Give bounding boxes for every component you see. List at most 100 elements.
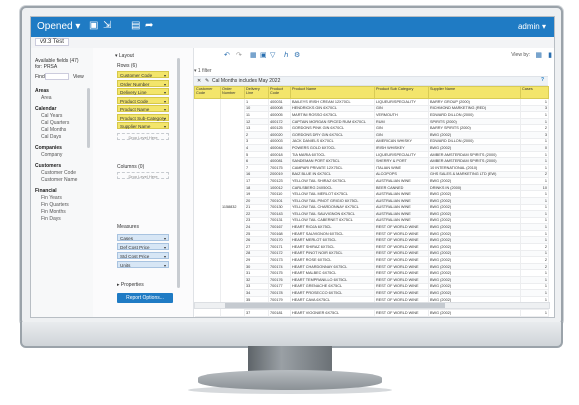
column-header[interactable]: Order Number xyxy=(220,86,245,99)
table-row[interactable]: 33 700177 HEART GRENACHE 6X75CL REST OF WOR… xyxy=(195,283,549,291)
table-row[interactable]: 1158832 1 400031 BAILEYS IRISH CREAM 12X70C… xyxy=(194,98,549,317)
filter-icon[interactable]: ▽ xyxy=(270,51,275,59)
table-row[interactable]: 13 400125 GORDONS PINK GIN 6X70CL GIN BARRY … xyxy=(195,124,549,132)
grid-view-icon[interactable]: ▦ xyxy=(535,51,542,59)
tab-report[interactable]: v9.3 Test xyxy=(35,38,69,46)
table-row[interactable]: 20 700101 YELLOW TAIL PINOT GRIGIO 6X75CL A… xyxy=(195,197,549,205)
find-input[interactable] xyxy=(45,73,69,80)
chevron-down-icon[interactable]: ▾ xyxy=(164,253,166,260)
field-item[interactable]: Fin Months xyxy=(41,209,93,215)
table-row[interactable]: 21 700130 YELLOW TAIL CHARDONNAY 6X75CL AUS… xyxy=(195,204,549,212)
column-header[interactable]: Product Sub Category xyxy=(374,86,429,99)
app-title[interactable]: Opened ▾ xyxy=(37,21,80,32)
rows-drop-zone[interactable]: Drop Level Here xyxy=(117,133,169,140)
table-row[interactable]: 2 400020 GORDONS DRY GIN 6X70CL GIN BWG (200… xyxy=(195,131,549,139)
table-row[interactable]: 4 400044 POWERS GOLD 6X70CL IRISH WHISKEY BW… xyxy=(195,144,549,152)
table-row[interactable]: 26 700170 HEART MERLOT 6X75CL REST OF WORLD… xyxy=(195,236,549,245)
column-header[interactable]: Customer Code xyxy=(194,86,221,99)
row-field-chip[interactable]: Customer Code ▾ xyxy=(117,71,169,78)
field-item[interactable]: Cal Days xyxy=(41,134,93,140)
grid-horizontal-scrollbar[interactable] xyxy=(194,302,550,309)
bar-chart-icon[interactable]: ▮ xyxy=(548,51,552,59)
filter-summary[interactable]: ▾ 1 filter xyxy=(194,68,554,75)
share-icon[interactable]: ➦ xyxy=(145,20,153,31)
row-field-chip[interactable]: Product Sub-Category ▾ xyxy=(117,113,169,122)
measure-chip[interactable]: Def Cost Price ▾ xyxy=(117,243,169,250)
column-header[interactable]: Product Code xyxy=(268,86,291,99)
field-item[interactable]: Customer Code xyxy=(41,170,93,176)
field-group[interactable]: Financial xyxy=(35,188,87,194)
table-row[interactable]: 28 700172 HEART PINOT NOIR 6X75CL REST OF W… xyxy=(195,250,549,258)
chevron-down-icon[interactable]: ▾ xyxy=(164,235,166,242)
field-item[interactable]: Cal Years xyxy=(41,113,93,119)
table-row[interactable]: 16 200019 BAIZ BLUE IN 6X70CL ALCOPOPS GHS S… xyxy=(195,171,549,179)
field-item[interactable]: Company xyxy=(41,152,93,158)
remove-filter-icon[interactable]: ✕ xyxy=(197,78,201,84)
edit-filter-icon[interactable]: ✎ xyxy=(205,78,209,84)
table-view-icon[interactable]: ▦ xyxy=(250,51,257,59)
help-icon[interactable]: ? xyxy=(541,77,544,83)
row-field-chip[interactable]: Delivery Line ▾ xyxy=(117,88,169,95)
scroll-thumb[interactable] xyxy=(225,303,445,308)
chevron-down-icon[interactable]: ▾ xyxy=(164,81,166,88)
row-field-chip[interactable]: Product Name ▾ xyxy=(117,105,169,112)
field-item[interactable]: Fin Quarters xyxy=(41,202,93,208)
table-row[interactable]: 37 700181 HEART VIOGNIER 6X75CL REST OF WOR… xyxy=(195,309,549,317)
field-item[interactable]: Cal Quarters xyxy=(41,120,93,126)
view-select[interactable]: View xyxy=(73,74,84,80)
column-header[interactable]: Cases xyxy=(520,86,549,99)
table-row[interactable]: 5 400018 TIA MARIA 6X70CL LIQUEUR/SPECIALIT… xyxy=(195,151,549,159)
layout-scrollbar[interactable] xyxy=(177,58,180,288)
report-options-button[interactable]: Report Options... xyxy=(117,293,173,303)
user-menu[interactable]: admin ▾ xyxy=(518,22,546,31)
table-row[interactable]: 3 400003 JACK DANIELS 6X70CL AMERICAN WHISK… xyxy=(195,138,549,146)
table-row[interactable]: 12 400172 CAPTAIN MORGAN SPICED RUM 6X70CL… xyxy=(195,118,549,126)
row-field-chip[interactable]: Order Number ▾ xyxy=(117,79,169,88)
table-row[interactable]: 7 700175 CAMPARI PRIVATE 12X75CL ITALIAN WI… xyxy=(195,164,549,172)
row-field-chip[interactable]: Supplier Name ▾ xyxy=(117,122,169,129)
table-row[interactable]: 18 100012 CARLSBERG 24X50CL BEER CANNED DRIN… xyxy=(195,184,549,192)
field-item[interactable]: Customer Name xyxy=(41,177,93,183)
fields-scrollbar[interactable] xyxy=(87,88,90,148)
filter-condition[interactable]: Cal Months includes May 2022 xyxy=(212,78,280,84)
table-row[interactable]: 34 700178 HEART PROSECCO 6X75CL REST OF WOR… xyxy=(195,289,549,297)
table-row[interactable]: 17 700123 YELLOW TAIL SHIRAZ 6X75CL AUSTRAL… xyxy=(195,177,549,185)
new-report-icon[interactable]: ▣ xyxy=(89,20,98,31)
chevron-down-icon[interactable]: ▾ xyxy=(164,98,166,105)
field-group[interactable]: Customers xyxy=(35,163,87,169)
chart-icon[interactable]: ℎ xyxy=(284,51,288,59)
table-row[interactable]: 27 700171 HEART SHIRAZ 6X75CL REST OF WORLD… xyxy=(195,243,549,251)
row-field-chip[interactable]: Product Code ▾ xyxy=(117,96,169,105)
table-row[interactable]: 23 700131 YELLOW TAIL CABERNET 6X75CL AUSTR… xyxy=(195,217,549,225)
measure-chip[interactable]: Units ▾ xyxy=(117,261,169,268)
table-row[interactable]: 10 400008 HENDRICKS GIN 6X70CL GIN RICHMOND … xyxy=(195,105,549,113)
table-row[interactable]: 29 700173 HEART ROSE 6X75CL REST OF WORLD W… xyxy=(195,256,549,264)
chevron-down-icon[interactable]: ▾ xyxy=(164,115,166,122)
table-row[interactable]: 30 700174 HEART CHARDONNAY 6X75CL REST OF W… xyxy=(195,263,549,271)
field-group[interactable]: Areas xyxy=(35,88,87,94)
table-row[interactable]: 19 700110 YELLOW TAIL MERLOT 6X75CL AUSTRAL… xyxy=(195,190,549,198)
column-header[interactable]: Product Name xyxy=(290,86,375,99)
field-group[interactable]: Calendar xyxy=(35,106,87,112)
export-icon[interactable]: ⇲ xyxy=(103,20,111,31)
settings-icon[interactable]: ⚙ xyxy=(294,51,300,59)
field-item[interactable]: Cal Months xyxy=(41,127,93,133)
table-row[interactable]: 24 700167 HEART RIOJA 6X75CL REST OF WORLD … xyxy=(195,223,549,231)
save-icon[interactable]: ▤ xyxy=(131,20,140,31)
chevron-down-icon[interactable]: ▾ xyxy=(164,106,166,113)
chevron-down-icon[interactable]: ▾ xyxy=(164,262,166,269)
chevron-down-icon[interactable]: ▾ xyxy=(164,244,166,251)
properties-label[interactable]: ▸ Properties xyxy=(117,282,144,288)
table-row[interactable]: 31 700175 HEART MALBEC 6X75CL REST OF WORLD… xyxy=(195,269,549,278)
chevron-down-icon[interactable]: ▾ xyxy=(164,72,166,79)
chevron-down-icon[interactable]: ▾ xyxy=(164,123,166,130)
pivot-icon[interactable]: ▣ xyxy=(260,51,267,59)
undo-icon[interactable]: ↶ xyxy=(224,51,230,59)
redo-icon[interactable]: ↷ xyxy=(236,51,242,59)
measure-chip[interactable]: Cases ▾ xyxy=(117,234,169,241)
field-item[interactable]: Area xyxy=(41,95,93,101)
table-row[interactable]: 32 700176 HEART TEMPRANILLO 6X75CL REST OF … xyxy=(195,276,549,284)
field-group[interactable]: Companies xyxy=(35,145,87,151)
field-item[interactable]: Fin Days xyxy=(41,216,93,222)
columns-drop-zone[interactable]: Drop Level Here xyxy=(117,172,169,179)
